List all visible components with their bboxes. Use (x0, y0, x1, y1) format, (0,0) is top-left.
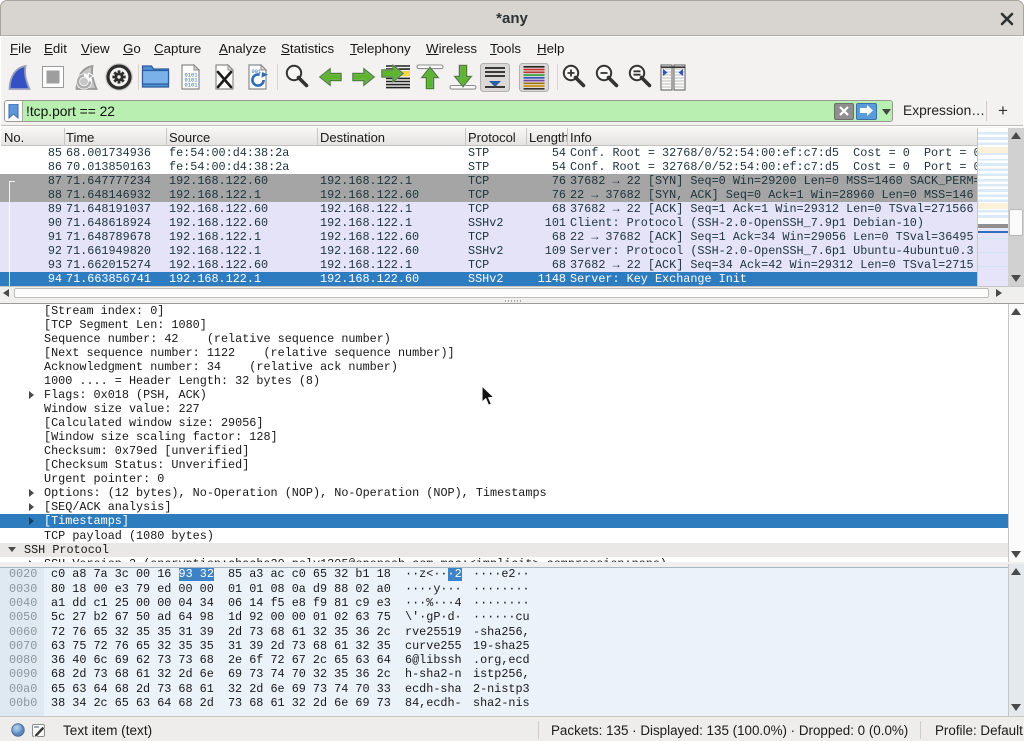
svg-text:0101: 0101 (185, 83, 198, 89)
